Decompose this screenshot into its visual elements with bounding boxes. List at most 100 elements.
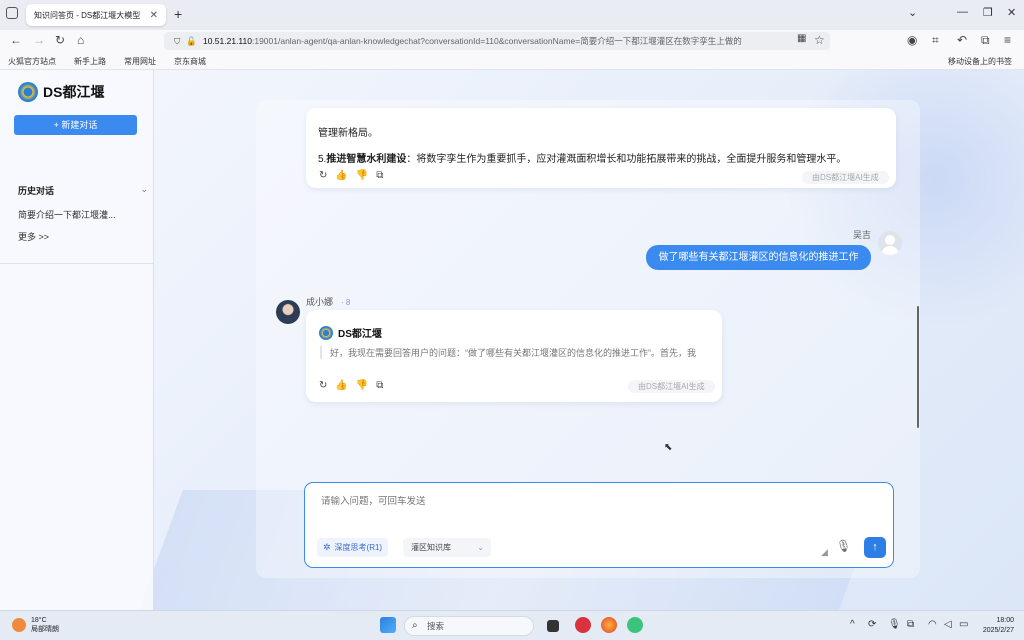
- knowledge-base-select[interactable]: 灌区知识库 ⌄: [403, 538, 491, 557]
- history-header[interactable]: 历史对话 ⌄: [18, 184, 148, 197]
- mouse-cursor-icon: ⬉: [664, 442, 673, 453]
- more-history-link[interactable]: 更多 >>: [18, 230, 49, 243]
- address-bar[interactable]: ⛉ 🔓 10.51.21.110:19001/anlan-agent/qa-an…: [164, 32, 830, 50]
- answer-point: 5.推进智慧水利建设：将数字孪生作为重要抓手，应对灌溉面积增长和功能拓展带来的挑…: [318, 154, 847, 165]
- shield-icon: ⛉: [174, 35, 181, 46]
- copy-icon[interactable]: ⧉: [376, 170, 383, 181]
- bookmark-star-icon[interactable]: ☆: [814, 33, 825, 47]
- firefox-icon[interactable]: [601, 617, 617, 633]
- tray-icon[interactable]: ⟳: [868, 619, 876, 630]
- tab-title: 知识问答页 - DS都江堰大模型: [34, 10, 141, 20]
- start-icon[interactable]: [380, 617, 396, 633]
- user-name: 吴吉: [853, 230, 872, 240]
- wifi-icon[interactable]: ◠: [928, 619, 937, 630]
- user-avatar: [878, 231, 902, 255]
- browser-tab[interactable]: 知识问答页 - DS都江堰大模型 ✕: [26, 4, 166, 26]
- thumbs-down-icon[interactable]: 👎: [356, 170, 368, 181]
- deep-think-icon: ✲: [323, 542, 331, 552]
- bookmark-item[interactable]: 新手上路: [74, 56, 106, 67]
- bookmarks-bar: 火狐官方站点 新手上路 常用网址 京东商城 移动设备上的书签: [0, 52, 1024, 70]
- thumbs-up-icon[interactable]: 👍: [335, 380, 347, 391]
- chevron-up-icon[interactable]: ^: [850, 619, 855, 630]
- new-chat-button[interactable]: + 新建对话: [14, 115, 137, 135]
- microphone-icon[interactable]: 🎙: [836, 539, 851, 553]
- home-icon[interactable]: ⌂: [77, 33, 84, 47]
- task-view-icon[interactable]: [547, 620, 559, 632]
- bot-avatar: [276, 300, 300, 324]
- deep-think-button[interactable]: ✲ 深度思考(R1): [317, 538, 389, 557]
- copy-icon[interactable]: ⧉: [376, 380, 383, 391]
- divider: [0, 263, 154, 264]
- answer-actions: ↻ 👍 👎 ⧉: [319, 170, 383, 181]
- menu-icon[interactable]: ≡: [1004, 33, 1011, 47]
- app-icon[interactable]: [575, 617, 591, 633]
- search-icon: ⌕: [412, 620, 418, 631]
- volume-icon[interactable]: ◁: [944, 619, 952, 630]
- weather-desc: 局部晴朗: [31, 626, 59, 633]
- arrow-up-icon: ↑: [872, 541, 878, 553]
- bookmark-item[interactable]: 京东商城: [174, 56, 206, 67]
- bot-answer-card: DS都江堰 好，我现在需要回答用户的问题：“做了哪些有关都江堰灌区的信息化的推进…: [306, 310, 722, 402]
- navigation-bar: ← → ↻ ⌂ ⛉ 🔓 10.51.21.110:19001/anlan-age…: [0, 30, 1024, 52]
- ai-generated-badge: 由DS都江堰AI生成: [802, 171, 889, 184]
- clock[interactable]: 18:00 2025/2/27: [974, 616, 1014, 636]
- browser-tab-strip: 知识问答页 - DS都江堰大模型 ✕ + ⌄ — ❐ ✕: [0, 0, 1024, 30]
- kb-selected-value: 灌区知识库: [411, 543, 451, 552]
- thumbs-up-icon[interactable]: 👍: [335, 170, 347, 181]
- history-title: 历史对话: [18, 186, 55, 196]
- bookmark-item[interactable]: 火狐官方站点: [8, 56, 56, 67]
- chat-scrollbar[interactable]: [917, 306, 919, 428]
- extensions-icon[interactable]: ⧉: [981, 33, 990, 48]
- history-item[interactable]: 简要介绍一下都江堰灌...: [18, 208, 116, 221]
- regenerate-icon[interactable]: ↻: [319, 170, 327, 181]
- mobile-bookmarks[interactable]: 移动设备上的书签: [948, 56, 1012, 67]
- bot-name-row: 成小娜 · 8: [306, 295, 350, 308]
- close-window-icon[interactable]: ✕: [1007, 6, 1016, 19]
- chevron-down-icon[interactable]: ⌄: [908, 6, 917, 19]
- resize-grip-icon[interactable]: ◢: [821, 547, 828, 558]
- regenerate-icon[interactable]: ↻: [319, 380, 327, 391]
- clock-time: 18:00: [996, 617, 1014, 624]
- user-message: 做了哪些有关都江堰灌区的信息化的推进工作: [646, 245, 871, 270]
- thumbs-down-icon[interactable]: 👎: [356, 380, 368, 391]
- chevron-down-icon[interactable]: ⌄: [140, 184, 148, 195]
- lock-icon: 🔓: [186, 35, 197, 46]
- restore-icon[interactable]: ❐: [983, 6, 993, 19]
- app-page: DS都江堰 + 新建对话 历史对话 ⌄ 简要介绍一下都江堰灌... 更多 >> …: [0, 70, 1024, 610]
- logo-icon: [319, 325, 333, 340]
- microphone-icon[interactable]: 🎙: [888, 619, 901, 630]
- chevron-down-icon: ⌄: [477, 543, 484, 552]
- tab-list-icon[interactable]: [6, 7, 18, 19]
- crop-icon[interactable]: ⌗: [932, 33, 939, 48]
- weather-widget[interactable]: 18°C 局部晴朗: [12, 616, 59, 634]
- answer-header: DS都江堰: [319, 325, 382, 340]
- bot-answer-card: 管理新格局。 5.推进智慧水利建设：将数字孪生作为重要抓手，应对灌溉面积增长和功…: [306, 108, 896, 188]
- weather-icon: [12, 618, 26, 632]
- qr-icon[interactable]: ▦: [797, 33, 806, 44]
- answer-brand: DS都江堰: [338, 329, 382, 340]
- account-icon[interactable]: ◉: [907, 33, 917, 47]
- url-path: :19001/anlan-agent/qa-anlan-knowledgecha…: [251, 36, 742, 46]
- question-input[interactable]: [321, 496, 861, 507]
- taskbar: 18°C 局部晴朗 ⌕ 搜索 ^ ⟳ 🎙 ⧉ ◠ ◁ ▭ 18:00 2025/…: [0, 610, 1024, 640]
- answer-actions: ↻ 👍 👎 ⧉: [319, 380, 383, 391]
- minimize-icon[interactable]: —: [957, 6, 968, 18]
- bookmark-item[interactable]: 常用网址: [124, 56, 156, 67]
- new-tab-icon[interactable]: +: [174, 6, 182, 22]
- back-icon[interactable]: ←: [10, 33, 22, 47]
- sidebar: DS都江堰 + 新建对话 历史对话 ⌄ 简要介绍一下都江堰灌... 更多 >>: [0, 70, 154, 610]
- chat-input-box: ✲ 深度思考(R1) 灌区知识库 ⌄ ◢ 🎙 ↑: [304, 482, 894, 568]
- close-tab-icon[interactable]: ✕: [150, 10, 158, 21]
- reload-icon[interactable]: ↻: [55, 33, 65, 47]
- tray-icon[interactable]: ⧉: [907, 619, 914, 630]
- undo-icon[interactable]: ↶: [957, 33, 967, 47]
- send-button[interactable]: ↑: [864, 537, 886, 558]
- brand-name: DS都江堰: [43, 84, 105, 100]
- wechat-icon[interactable]: [627, 617, 643, 633]
- clock-date: 2025/2/27: [982, 627, 1014, 634]
- deep-think-label: 深度思考(R1): [334, 543, 383, 552]
- taskbar-search[interactable]: ⌕ 搜索: [404, 616, 534, 636]
- forward-icon[interactable]: →: [33, 33, 45, 47]
- ai-generated-badge: 由DS都江堰AI生成: [628, 380, 715, 393]
- battery-icon[interactable]: ▭: [959, 619, 968, 630]
